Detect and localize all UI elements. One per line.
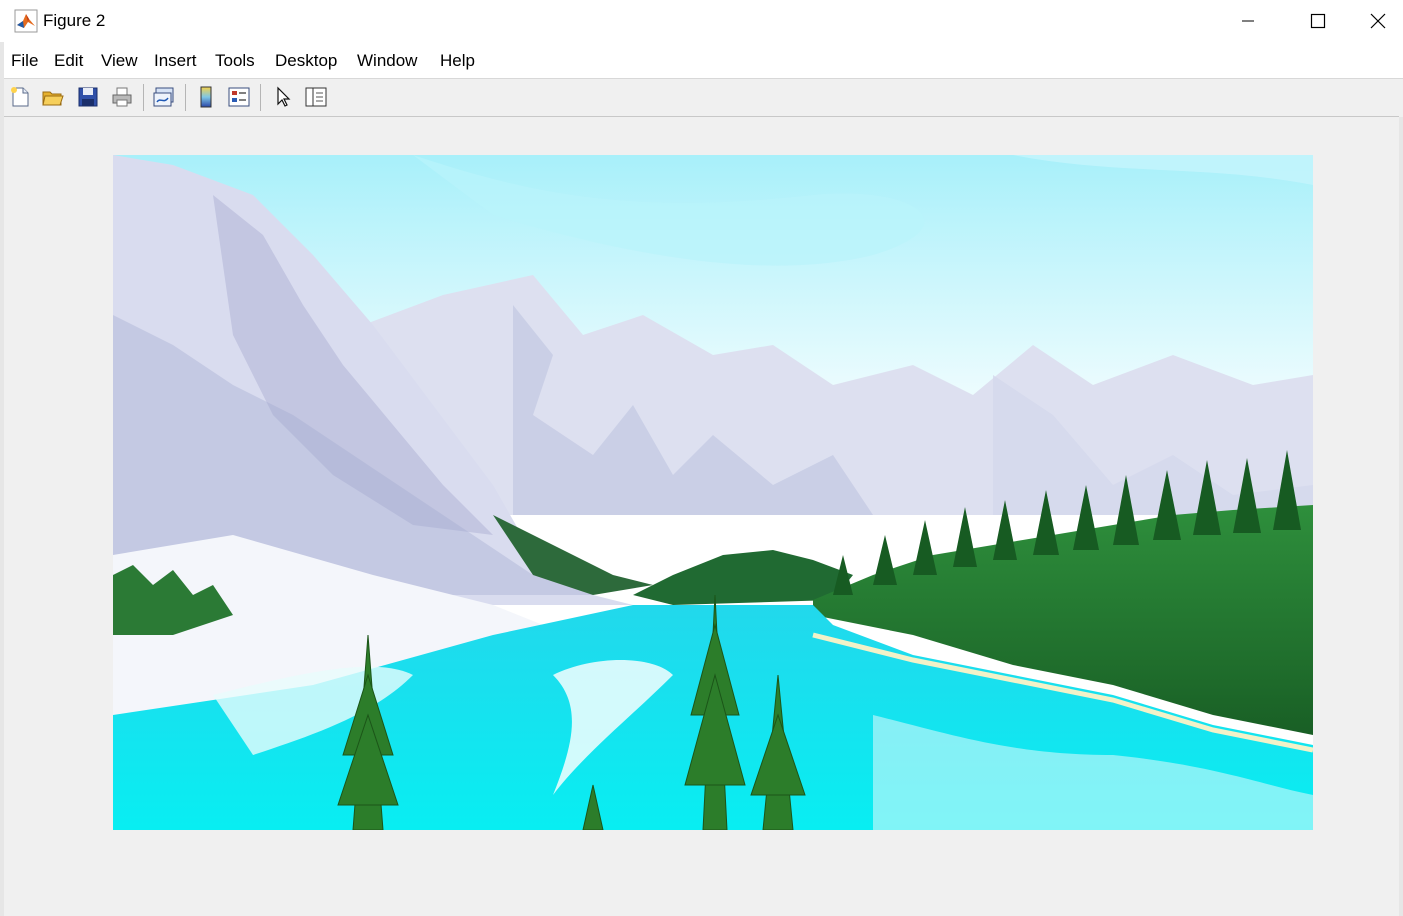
menu-tools[interactable]: Tools xyxy=(215,51,255,71)
matlab-icon xyxy=(14,9,38,33)
insert-legend-button[interactable] xyxy=(225,83,253,111)
close-icon xyxy=(1370,13,1386,29)
open-file-button[interactable] xyxy=(39,83,67,111)
maximize-icon xyxy=(1310,13,1326,29)
toolbar-separator xyxy=(185,84,186,111)
menu-view[interactable]: View xyxy=(101,51,138,71)
minimize-icon xyxy=(1242,20,1254,22)
landscape-image xyxy=(113,155,1313,830)
menu-window[interactable]: Window xyxy=(357,51,417,71)
property-inspector-icon xyxy=(305,87,327,107)
print-button[interactable] xyxy=(108,83,136,111)
window-right-border xyxy=(1399,117,1403,916)
open-file-icon xyxy=(42,91,64,106)
save-icon xyxy=(78,87,98,107)
edit-plot-button[interactable] xyxy=(269,83,297,111)
new-figure-button[interactable] xyxy=(6,83,34,111)
insert-colorbar-button[interactable] xyxy=(192,83,220,111)
title-bar: Figure 2 xyxy=(0,0,1403,42)
image-display[interactable] xyxy=(113,155,1313,830)
menu-insert[interactable]: Insert xyxy=(154,51,197,71)
menu-bar: File Edit View Insert Tools Desktop Wind… xyxy=(0,42,1403,79)
save-button[interactable] xyxy=(74,83,102,111)
new-figure-icon xyxy=(11,87,29,107)
insert-colorbar-icon xyxy=(200,86,212,108)
window-title: Figure 2 xyxy=(43,11,106,30)
menu-edit[interactable]: Edit xyxy=(54,51,83,71)
menu-help[interactable]: Help xyxy=(440,51,475,71)
figure-toolbar xyxy=(4,79,1399,117)
close-button[interactable] xyxy=(1353,0,1403,42)
print-icon xyxy=(112,87,132,107)
insert-legend-icon xyxy=(228,87,250,107)
toolbar-separator xyxy=(260,84,261,111)
property-inspector-button[interactable] xyxy=(302,83,330,111)
minimize-button[interactable] xyxy=(1213,0,1283,42)
menu-desktop[interactable]: Desktop xyxy=(275,51,337,71)
toolbar-separator xyxy=(143,84,144,111)
link-plot-button[interactable] xyxy=(150,83,178,111)
maximize-button[interactable] xyxy=(1283,0,1353,42)
edit-plot-icon xyxy=(277,86,291,107)
menu-file[interactable]: File xyxy=(11,51,38,71)
link-plot-icon xyxy=(153,87,174,107)
